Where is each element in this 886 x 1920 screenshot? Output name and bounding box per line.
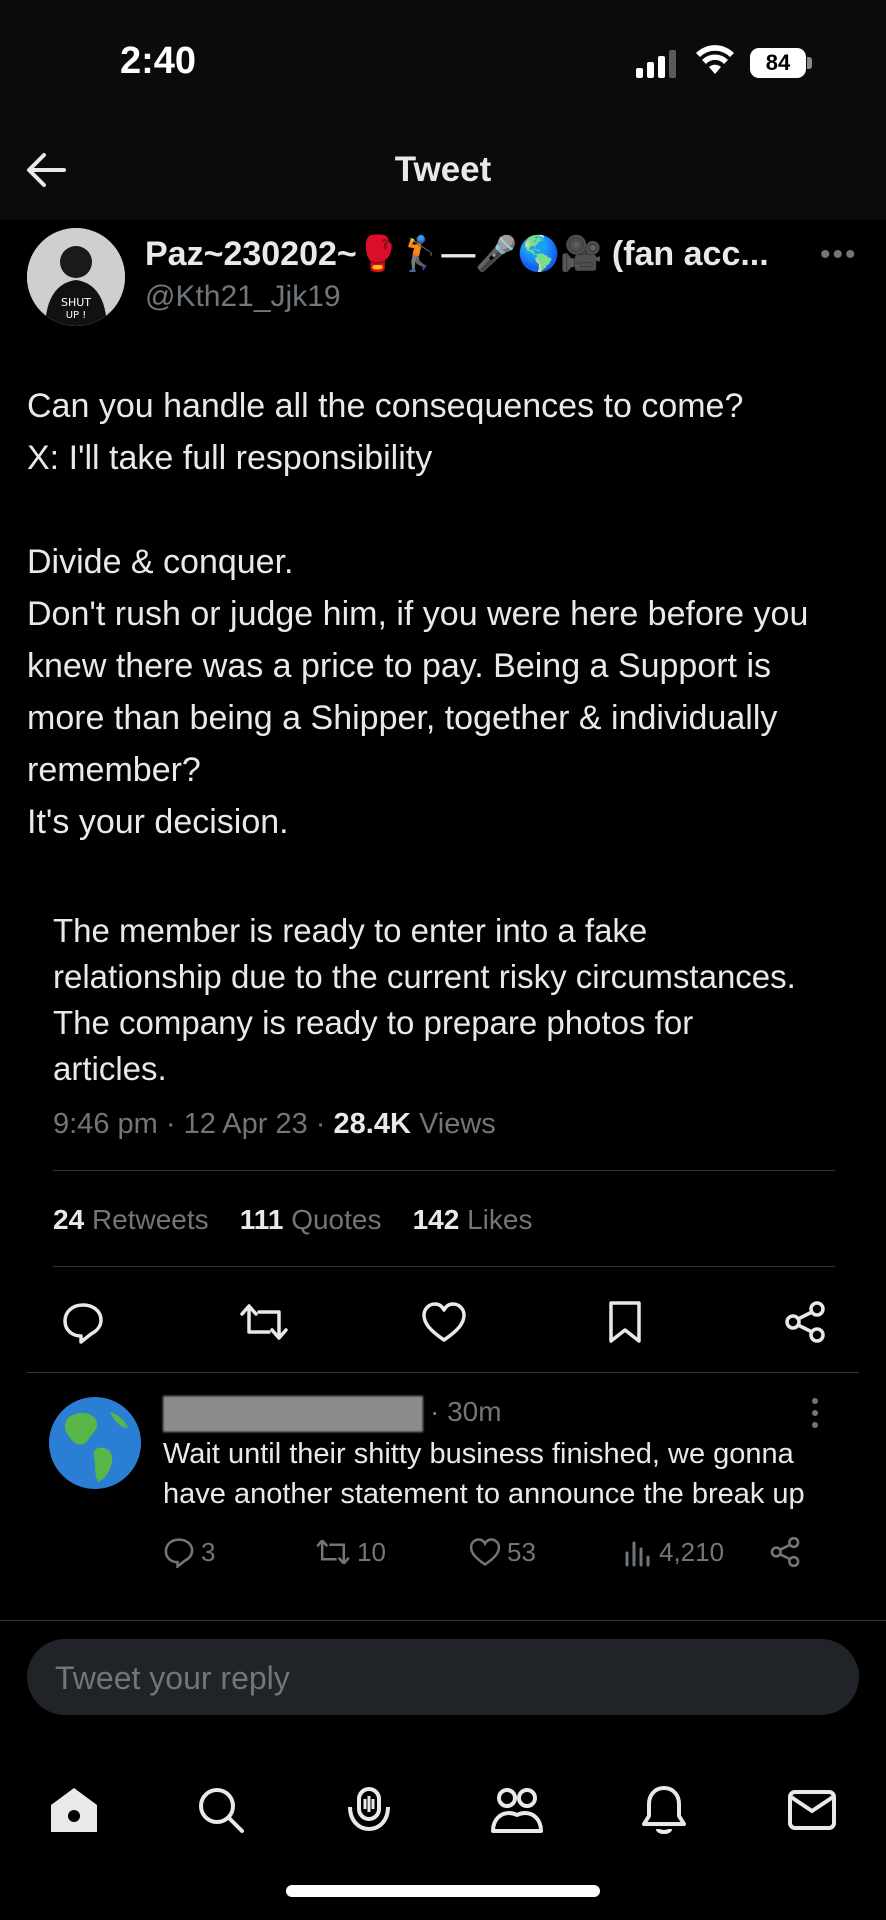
reply-retweet-button[interactable]: 10 — [315, 1532, 386, 1572]
battery-level: 84 — [750, 48, 806, 78]
reply-icon — [164, 1538, 194, 1568]
reply-icon — [63, 1303, 103, 1344]
divider — [53, 1266, 835, 1267]
tweet-action-bar — [53, 1298, 835, 1346]
reply-replies-button[interactable]: 3 — [163, 1532, 215, 1572]
views-label: Views — [418, 1108, 496, 1140]
globe-americas-icon — [49, 1397, 141, 1489]
divider — [53, 1170, 835, 1171]
more-options-icon[interactable]: ••• — [820, 238, 858, 272]
wifi-icon — [696, 45, 734, 74]
tweet-meta: 9:46 pm · 12 Apr 23 · 28.4K Views — [53, 1108, 496, 1140]
reply-avatar[interactable] — [48, 1396, 142, 1490]
author-name[interactable]: Paz~230202~🥊🏌—🎤🌎🎥 (fan acc... — [145, 234, 805, 274]
heart-icon — [422, 1302, 466, 1342]
reply-button[interactable] — [53, 1298, 113, 1346]
reply-more-icon[interactable] — [805, 1396, 825, 1430]
reply-retweets-count: 10 — [357, 1536, 386, 1567]
tweet-time: 9:46 pm — [53, 1108, 158, 1140]
tab-communities[interactable] — [482, 1775, 552, 1845]
tweet-date: 12 Apr 23 — [183, 1108, 308, 1140]
cellular-signal-icon — [636, 50, 676, 78]
communities-icon — [490, 1788, 543, 1833]
tab-search[interactable] — [186, 1775, 256, 1845]
reply-text: Wait until their shitty business finishe… — [163, 1438, 805, 1510]
like-button[interactable] — [414, 1298, 474, 1346]
bottom-tab-bar — [0, 1760, 886, 1860]
battery-icon — [807, 57, 812, 69]
analytics-icon — [625, 1541, 650, 1567]
page-title: Tweet — [394, 150, 492, 189]
tweet-text: Can you handle all the consequences to c… — [27, 387, 809, 841]
tweet-image-text[interactable]: The member is ready to enter into a fake… — [53, 908, 813, 1092]
mail-icon — [788, 1790, 837, 1830]
share-icon — [785, 1301, 825, 1343]
bookmark-icon — [608, 1301, 641, 1343]
retweet-icon — [239, 1304, 288, 1340]
reply-input[interactable] — [27, 1639, 827, 1717]
quotes-stat[interactable]: 111 Quotes — [240, 1204, 382, 1235]
retweet-icon — [316, 1539, 350, 1565]
home-icon — [50, 1788, 97, 1832]
tab-notifications[interactable] — [629, 1775, 699, 1845]
author-handle[interactable]: @Kth21_Jjk19 — [145, 280, 341, 314]
reply-composer[interactable] — [27, 1639, 859, 1717]
reply-like-button[interactable]: 53 — [469, 1532, 536, 1572]
divider — [27, 1372, 859, 1373]
tab-home[interactable] — [39, 1775, 109, 1845]
views-count: 28.4K — [333, 1108, 411, 1140]
bookmark-button[interactable] — [595, 1298, 655, 1346]
share-button[interactable] — [775, 1298, 835, 1346]
reply-replies-count: 3 — [201, 1536, 216, 1567]
bell-icon — [642, 1786, 687, 1834]
likes-stat[interactable]: 142 Likes — [413, 1204, 533, 1235]
reply-views-button[interactable]: 4,210 — [623, 1532, 724, 1572]
status-time: 2:40 — [120, 40, 197, 82]
reply-share-button[interactable] — [769, 1532, 801, 1572]
tweet-stats: 24 Retweets 111 Quotes 142 Likes — [53, 1204, 532, 1236]
reply-time: · 30m — [430, 1396, 502, 1427]
avatar-photo: SHUT UP ! — [27, 228, 125, 326]
reply-likes-count: 53 — [507, 1536, 536, 1567]
tab-spaces[interactable] — [334, 1775, 404, 1845]
composer-divider — [0, 1620, 886, 1621]
author-avatar[interactable]: SHUT UP ! — [27, 228, 125, 326]
spaces-icon — [348, 1787, 391, 1832]
retweet-button[interactable] — [234, 1298, 294, 1346]
heart-icon — [469, 1538, 501, 1567]
share-icon — [770, 1536, 800, 1568]
search-icon — [199, 1788, 245, 1833]
retweets-stat[interactable]: 24 Retweets — [53, 1204, 209, 1235]
tab-messages[interactable] — [777, 1775, 847, 1845]
home-indicator — [286, 1885, 600, 1897]
svg-text:SHUT: SHUT — [61, 296, 91, 309]
svg-text:UP !: UP ! — [66, 310, 87, 321]
redacted-username — [163, 1396, 423, 1432]
reply-views-count: 4,210 — [659, 1536, 725, 1567]
